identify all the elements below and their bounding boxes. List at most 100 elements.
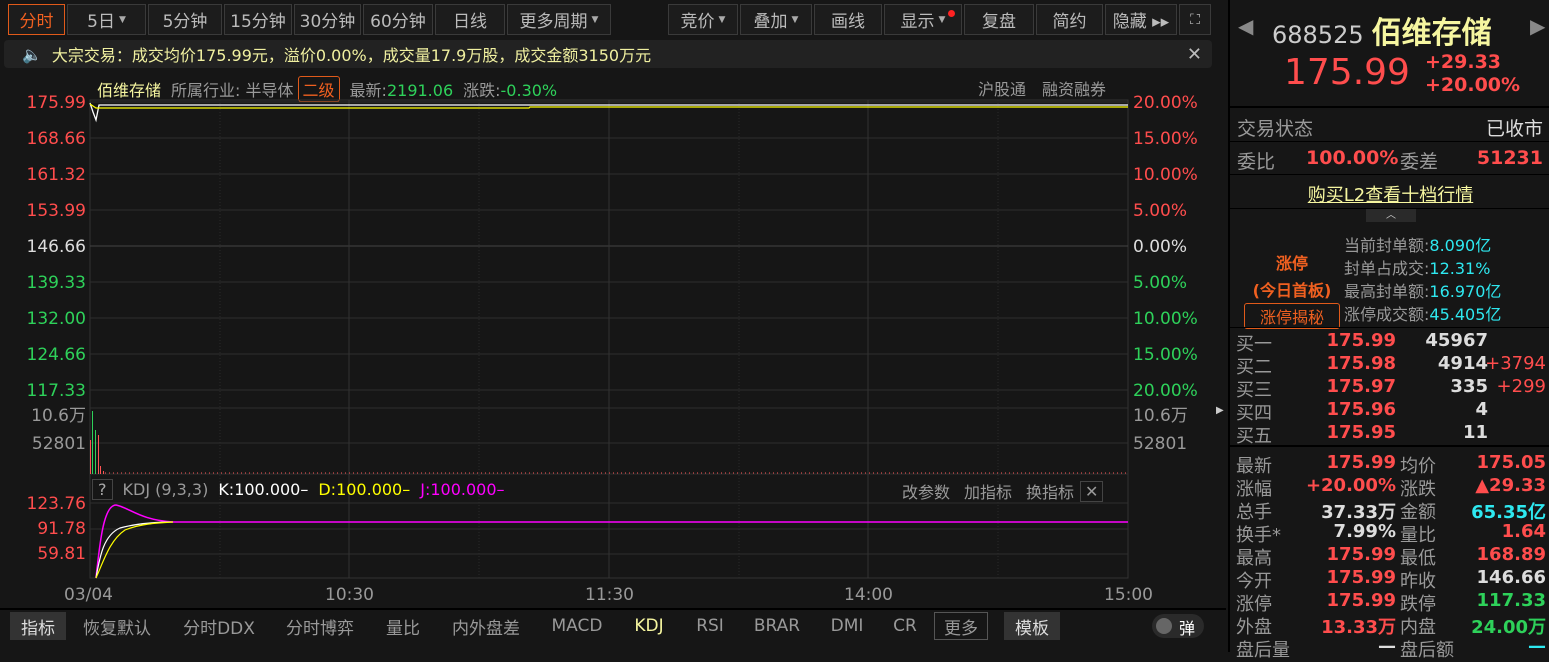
status-value: 已收市 (1485, 118, 1543, 140)
pct-tick-right: 5.00% (1133, 201, 1188, 221)
kdj-j-line (95, 504, 1128, 579)
limit-stat-label: 当前封单额: (1344, 236, 1430, 255)
price-tick-left: 175.99 (26, 93, 86, 113)
indicator-tab-更多[interactable]: 更多 (934, 612, 988, 640)
kdj-help-button[interactable]: ? (92, 479, 113, 500)
kdj-tick: 123.76 (26, 494, 86, 514)
bid-price: 175.95 (1326, 422, 1396, 443)
stat-value: 175.99 (1326, 567, 1396, 588)
kdj-j: J:100.000– (420, 480, 505, 499)
stat-value: 175.99 (1326, 544, 1396, 565)
volume-bar (98, 435, 99, 474)
kdj-tick: 59.81 (37, 544, 86, 564)
stat-value: — (1528, 636, 1546, 657)
stat-value: 168.89 (1476, 544, 1546, 565)
buy-l2-link[interactable]: 购买L2查看十档行情 (1230, 181, 1549, 207)
limit-up-sub: (今日首板) (1252, 281, 1332, 300)
limit-stat-label: 封单占成交: (1344, 259, 1430, 278)
pct-tick-right: 10.00% (1133, 309, 1198, 329)
limit-stat-value: 12.31% (1429, 259, 1491, 278)
stat-value: +20.00% (1305, 475, 1396, 496)
indicator-tab-brar[interactable]: BRAR (746, 612, 808, 640)
bid-row[interactable]: 买三 175.97 335 +299 (1236, 376, 1546, 401)
next-stock-icon[interactable]: ▶ (1530, 14, 1545, 38)
stat-value: 146.66 (1476, 567, 1546, 588)
panel-collapse-handle[interactable]: ▶ (1216, 405, 1224, 435)
time-tick: 15:00 (1104, 585, 1153, 605)
stat-label: 盘后额 (1400, 640, 1454, 661)
bid-row[interactable]: 买一 175.99 45967 (1236, 330, 1546, 355)
chart-canvas[interactable] (0, 0, 1228, 652)
price-tick-left: 161.32 (26, 165, 86, 185)
stat-value: 7.99% (1333, 521, 1396, 542)
indicator-tab-cr[interactable]: CR (884, 612, 926, 640)
volume-bar (103, 471, 104, 474)
price-tick-left: 117.33 (26, 381, 86, 401)
bid-delta: +3794 (1485, 353, 1546, 374)
toggle-label: 弹 (1179, 619, 1196, 638)
time-tick: 11:30 (585, 585, 634, 605)
stat-value: 175.99 (1326, 452, 1396, 473)
volume-bar (92, 411, 93, 474)
indicator-tab-量比[interactable]: 量比 (378, 612, 428, 640)
close-indicator-icon[interactable]: ✕ (1080, 480, 1104, 502)
add-indicator-button[interactable]: 加指标 (964, 479, 1012, 503)
bid-row[interactable]: 买二 175.98 4914 +3794 (1236, 353, 1546, 378)
stat-value: 175.99 (1326, 590, 1396, 611)
stat-row: 今开 175.99 昨收 146.66 (1236, 567, 1546, 592)
stat-row: 总手 37.33万 金额 65.35亿 (1236, 498, 1546, 523)
stock-code: 688525 (1272, 21, 1364, 49)
prev-stock-icon[interactable]: ◀ (1238, 14, 1253, 38)
indicator-tab-内外盘差[interactable]: 内外盘差 (444, 612, 528, 640)
pct-tick-right: 5.00% (1133, 273, 1188, 293)
volume-tick-left: 52801 (31, 434, 86, 454)
limit-stat-value: 16.970亿 (1429, 282, 1502, 301)
kdj-k: K:100.000– (218, 480, 309, 499)
toggle-knob (1156, 618, 1172, 634)
bid-price: 175.96 (1326, 399, 1396, 420)
quote-panel: ◀ ▶ 688525 佰维存储 175.99 +29.33 +20.00% 交易… (1228, 0, 1549, 661)
indicator-tab-分时博弈[interactable]: 分时博弈 (278, 612, 362, 640)
indicator-tab-rsi[interactable]: RSI (686, 612, 734, 640)
expand-arrow-icon[interactable]: ︿ (1366, 209, 1416, 222)
limit-stat-row: 封单占成交:12.31% (1344, 255, 1490, 279)
stat-value: — (1378, 636, 1396, 657)
limit-up-reveal-button[interactable]: 涨停揭秘 (1244, 303, 1340, 329)
limit-stat-row: 最高封单额:16.970亿 (1344, 278, 1501, 302)
switch-indicator-button[interactable]: 换指标 (1026, 479, 1074, 503)
indicator-tab-dmi[interactable]: DMI (822, 612, 872, 640)
popup-toggle[interactable]: 弹 (1152, 614, 1204, 638)
indicator-tab-指标[interactable]: 指标 (10, 612, 66, 640)
indicator-tab-分时ddx[interactable]: 分时DDX (176, 612, 262, 640)
volume-bar (90, 440, 91, 474)
indicator-tab-模板[interactable]: 模板 (1004, 612, 1060, 640)
time-tick: 10:30 (325, 585, 374, 605)
indicator-tab-恢复默认[interactable]: 恢复默认 (76, 612, 158, 640)
time-tick: 14:00 (844, 585, 893, 605)
volume-tick-right: 10.6万 (1133, 406, 1188, 426)
stat-row: 涨停 175.99 跌停 117.33 (1236, 590, 1546, 615)
bid-row[interactable]: 买四 175.96 4 (1236, 399, 1546, 424)
indicator-tab-macd[interactable]: MACD (542, 612, 612, 640)
bid-row[interactable]: 买五 175.95 11 (1236, 422, 1546, 447)
bid-delta: +299 (1496, 376, 1546, 397)
stat-value: 117.33 (1476, 590, 1546, 611)
pct-tick-right: 15.00% (1133, 129, 1198, 149)
indicator-tab-kdj[interactable]: KDJ (624, 612, 674, 640)
pct-tick-right: 10.00% (1133, 165, 1198, 185)
stat-row: 换手* 7.99% 量比 1.64 (1236, 521, 1546, 546)
price-tick-left: 146.66 (26, 237, 86, 257)
bid-price: 175.98 (1326, 353, 1396, 374)
kdj-k-line (95, 521, 174, 579)
pct-tick-right: 20.00% (1133, 93, 1198, 113)
limit-stat-row: 当前封单额:8.090亿 (1344, 232, 1491, 256)
change-params-button[interactable]: 改参数 (902, 479, 950, 503)
bid-volume: 4 (1475, 399, 1488, 420)
stat-value: ▲29.33 (1475, 475, 1546, 496)
stat-value: 175.05 (1476, 452, 1546, 473)
wb-label: 委比 (1237, 151, 1276, 173)
wc-value: 51231 (1476, 147, 1543, 169)
stat-row: 外盘 13.33万 内盘 24.00万 (1236, 613, 1546, 638)
wb-value: 100.00% (1306, 147, 1399, 169)
kdj-title: KDJ (9,3,3) (122, 480, 209, 499)
